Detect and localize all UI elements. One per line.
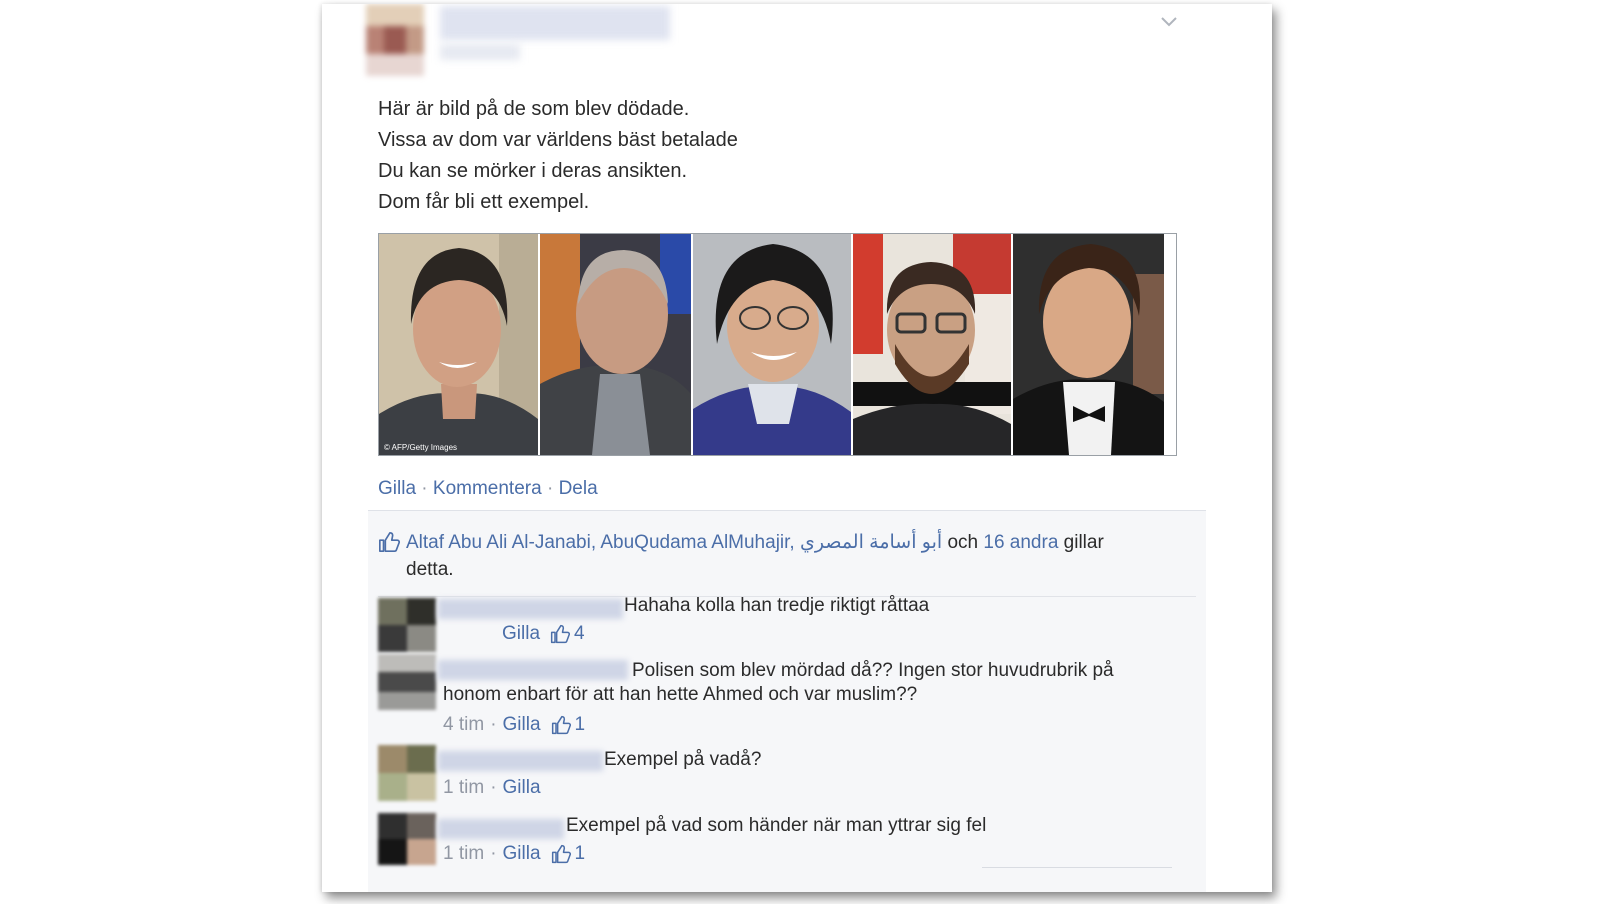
portrait-photo-5[interactable] [1013,234,1164,455]
portrait-photo-2[interactable] [540,234,693,455]
comments-list: Hahaha kolla han tredje riktigt råttaa G… [368,595,1206,892]
comment-like-link[interactable]: Gilla [503,777,541,799]
comment-link[interactable]: Kommentera [433,478,542,499]
commenter-avatar[interactable] [378,745,436,801]
post-line: Du kan se mörker i deras ansikten. [378,160,688,182]
comment-like-count[interactable]: 1 [575,714,586,736]
comment-text: Exempel på vadå? [604,749,762,770]
portrait-photo-3[interactable] [693,234,853,455]
thumbs-up-icon [379,532,400,552]
divider [982,867,1172,868]
post-line: Dom får bli ett exempel. [378,191,590,213]
comment-text: Hahaha kolla han tredje riktigt råttaa [624,595,930,616]
commenter-name[interactable] [438,751,603,771]
comment-like-count[interactable]: 1 [575,843,586,865]
comment-text-continued: honom enbart för att han hette Ahmed och… [443,684,918,705]
liker-link[interactable]: Altaf Abu Ali Al-Janabi [406,532,591,553]
portrait-photo-1[interactable]: © AFP/Getty Images [379,234,540,455]
comment-like-link[interactable]: Gilla [503,714,541,736]
comment-like-count[interactable]: 4 [574,623,585,645]
action-separator: · [546,478,554,499]
meta-separator: · [490,777,497,798]
liker-link[interactable]: أبو أسامة المصري [800,532,942,553]
post-actions: Gilla · Kommentera · Dela [378,478,598,500]
comma: , [789,532,795,553]
thumbs-up-icon [550,624,571,644]
comment-like-link[interactable]: Gilla [503,843,541,865]
post-timestamp[interactable] [440,44,520,60]
comment-time[interactable]: 4 tim [443,714,484,736]
others-link[interactable]: 16 andra [983,532,1058,553]
action-separator: · [421,478,428,499]
likes-suffix: detta. [406,559,454,580]
commenter-avatar[interactable] [378,654,436,710]
comment-time[interactable]: 1 tim [443,777,484,799]
comment-time[interactable]: 1 tim [443,843,484,865]
comment-text: Exempel på vad som händer när man yttrar… [566,815,987,836]
post-message: Här är bild på de som blev dödade. Vissa… [378,94,1198,218]
post-photo-collage[interactable]: © AFP/Getty Images [378,233,1177,456]
thumbs-up-icon [551,715,571,735]
thumbs-up-icon [551,844,571,864]
share-link[interactable]: Dela [559,478,598,499]
photo-credit: © AFP/Getty Images [384,443,458,452]
author-name[interactable] [440,6,670,40]
and-word: och [947,532,979,553]
post-line: Vissa av dom var världens bäst betalade [378,129,738,151]
liker-link[interactable]: AbuQudama AlMuhajir [600,532,789,553]
post-line: Här är bild på de som blev dödade. [378,98,690,120]
comma: , [590,532,597,553]
commenter-avatar[interactable] [378,813,436,865]
comment-text: Polisen som blev mördad då?? Ingen stor … [632,660,1114,681]
comment-meta: Gilla 4 [502,623,585,645]
facebook-post-card: Här är bild på de som blev dödade. Vissa… [322,4,1272,892]
likes-summary: Altaf Abu Ali Al-Janabi, AbuQudama AlMuh… [368,511,1206,597]
comment-meta: 1 tim · Gilla 1 [443,843,585,865]
like-link[interactable]: Gilla [378,478,416,499]
commenter-avatar[interactable] [378,598,436,652]
commenter-name[interactable] [438,660,628,680]
meta-separator: · [490,843,497,864]
meta-separator: · [490,714,497,735]
chevron-down-icon[interactable] [1159,14,1179,30]
likes-suffix: gillar [1063,532,1104,553]
comment-meta: 4 tim · Gilla 1 [443,714,585,736]
portrait-photo-4[interactable] [853,234,1013,455]
commenter-name[interactable] [438,599,623,619]
author-avatar[interactable] [366,4,424,76]
comment-like-link[interactable]: Gilla [502,623,540,645]
comment-meta: 1 tim · Gilla [443,777,541,799]
commenter-name[interactable] [438,819,564,839]
